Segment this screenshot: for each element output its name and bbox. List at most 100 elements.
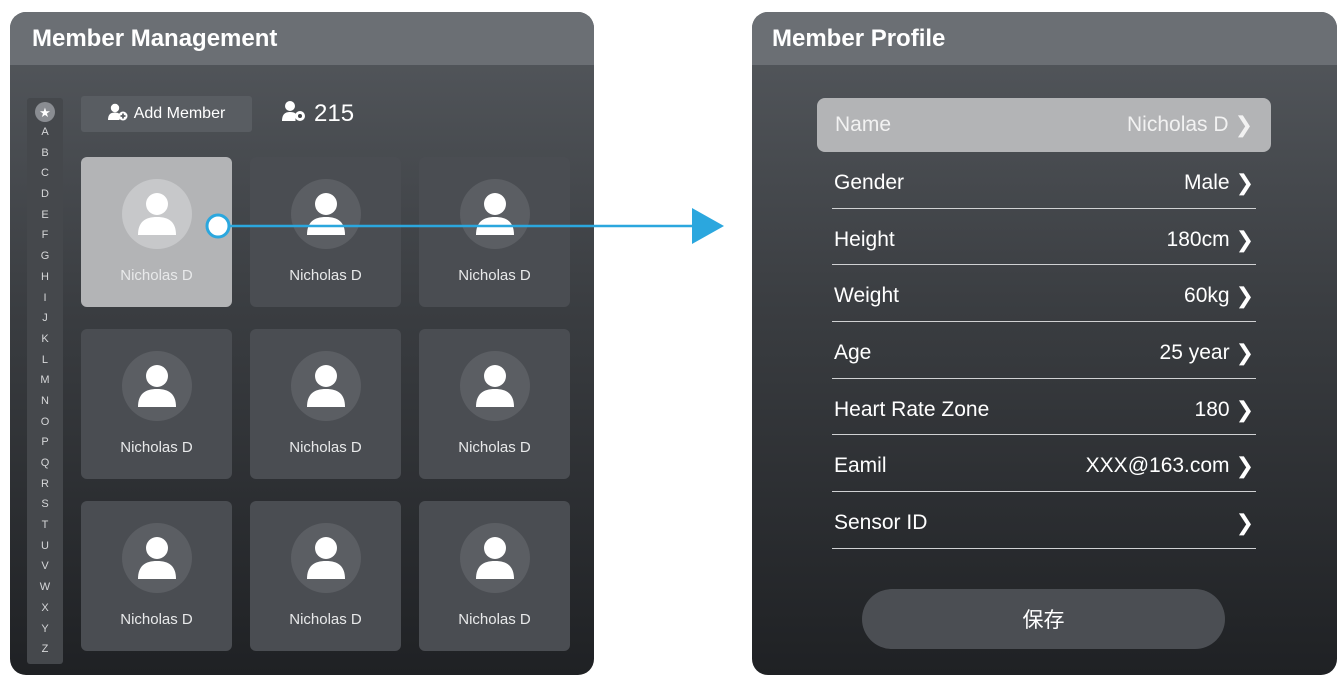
user-icon bbox=[137, 365, 176, 407]
member-name: Nicholas D bbox=[120, 267, 193, 284]
member-name: Nicholas D bbox=[458, 439, 531, 456]
chevron-right-icon: ❯ bbox=[1235, 226, 1254, 252]
avatar bbox=[290, 179, 361, 249]
alphabet-letter-d[interactable]: D bbox=[41, 184, 49, 205]
alphabet-letter-u[interactable]: U bbox=[41, 536, 49, 557]
alphabet-letter-w[interactable]: W bbox=[40, 577, 50, 598]
field-value: 25 year bbox=[1159, 340, 1230, 364]
member-card[interactable]: Nicholas D bbox=[81, 157, 232, 307]
member-profile-panel: Member Profile Name Nicholas D ❯ Gender … bbox=[752, 12, 1337, 675]
profile-row-heart-rate-zone[interactable]: Heart Rate Zone 180 ❯ bbox=[832, 379, 1256, 436]
chevron-right-icon: ❯ bbox=[1235, 283, 1254, 309]
member-card[interactable]: Nicholas D bbox=[81, 501, 232, 651]
add-member-button[interactable]: Add Member bbox=[81, 96, 252, 132]
user-icon bbox=[475, 365, 514, 407]
alphabet-letter-r[interactable]: R bbox=[41, 474, 49, 495]
avatar bbox=[459, 523, 530, 593]
profile-row-sensor-id[interactable]: Sensor ID ❯ bbox=[832, 492, 1256, 549]
avatar bbox=[290, 523, 361, 593]
member-grid: Nicholas D Nicholas D Nicholas D Nichola… bbox=[81, 157, 570, 651]
member-card[interactable]: Nicholas D bbox=[419, 157, 570, 307]
field-value-group: ❯ bbox=[1230, 511, 1254, 534]
alphabet-letter-l[interactable]: L bbox=[42, 350, 48, 371]
profile-row-name[interactable]: Name Nicholas D ❯ bbox=[817, 98, 1271, 152]
star-icon[interactable]: ★ bbox=[35, 102, 55, 122]
user-icon bbox=[306, 365, 345, 407]
member-name: Nicholas D bbox=[458, 611, 531, 628]
field-value: 180 bbox=[1194, 397, 1230, 421]
member-name: Nicholas D bbox=[289, 267, 362, 284]
member-name: Nicholas D bbox=[458, 267, 531, 284]
member-management-panel: Member Management ★ ABCDEFGHIJKLMNOPQRST… bbox=[10, 12, 594, 675]
panel-title: Member Management bbox=[10, 12, 594, 65]
arrow-head-icon bbox=[692, 208, 724, 244]
member-count: 215 bbox=[282, 96, 354, 132]
user-icon bbox=[475, 537, 514, 579]
alphabet-letter-n[interactable]: N bbox=[41, 391, 49, 412]
member-card[interactable]: Nicholas D bbox=[81, 329, 232, 479]
alphabet-letter-x[interactable]: X bbox=[41, 598, 48, 619]
alphabet-letter-s[interactable]: S bbox=[41, 494, 48, 515]
alphabet-letter-e[interactable]: E bbox=[41, 205, 48, 226]
add-user-icon bbox=[107, 103, 128, 126]
alphabet-letter-v[interactable]: V bbox=[41, 556, 48, 577]
alphabet-letter-p[interactable]: P bbox=[41, 432, 48, 453]
avatar bbox=[459, 351, 530, 421]
field-value-group: 25 year ❯ bbox=[1160, 341, 1254, 365]
user-icon bbox=[137, 193, 176, 235]
profile-row-gender[interactable]: Gender Male ❯ bbox=[832, 152, 1256, 209]
alphabet-letter-g[interactable]: G bbox=[41, 246, 50, 267]
alphabet-list: ABCDEFGHIJKLMNOPQRSTUVWXYZ bbox=[40, 122, 50, 660]
field-label: Age bbox=[834, 340, 872, 364]
alphabet-letter-b[interactable]: B bbox=[41, 143, 48, 164]
field-label: Height bbox=[834, 227, 895, 251]
avatar bbox=[290, 351, 361, 421]
alphabet-letter-m[interactable]: M bbox=[40, 370, 49, 391]
field-value: 60kg bbox=[1184, 284, 1230, 308]
alphabet-letter-y[interactable]: Y bbox=[41, 619, 48, 640]
chevron-right-icon: ❯ bbox=[1235, 339, 1254, 365]
alphabet-letter-q[interactable]: Q bbox=[41, 453, 50, 474]
field-value: Male bbox=[1184, 170, 1230, 194]
member-card[interactable]: Nicholas D bbox=[419, 329, 570, 479]
member-card[interactable]: Nicholas D bbox=[250, 157, 401, 307]
alphabet-letter-i[interactable]: I bbox=[43, 288, 46, 309]
member-card[interactable]: Nicholas D bbox=[250, 501, 401, 651]
alphabet-letter-k[interactable]: K bbox=[41, 329, 48, 350]
field-label: Sensor ID bbox=[834, 510, 928, 534]
alphabet-letter-f[interactable]: F bbox=[42, 225, 49, 246]
panel-title: Member Profile bbox=[752, 12, 1337, 65]
profile-row-height[interactable]: Height 180cm ❯ bbox=[832, 209, 1256, 266]
alphabet-letter-o[interactable]: O bbox=[41, 412, 50, 433]
profile-row-age[interactable]: Age 25 year ❯ bbox=[832, 322, 1256, 379]
profile-row-weight[interactable]: Weight 60kg ❯ bbox=[832, 265, 1256, 323]
user-icon bbox=[306, 537, 345, 579]
alphabet-letter-j[interactable]: J bbox=[42, 308, 48, 329]
chevron-right-icon: ❯ bbox=[1235, 396, 1254, 422]
avatar bbox=[121, 351, 192, 421]
avatar bbox=[459, 179, 530, 249]
field-value: Nicholas D bbox=[1127, 113, 1229, 136]
field-label: Name bbox=[835, 113, 892, 136]
field-value-group: 60kg ❯ bbox=[1184, 284, 1254, 308]
avatar bbox=[121, 523, 192, 593]
profile-row-eamil[interactable]: Eamil XXX@163.com ❯ bbox=[832, 435, 1256, 493]
field-value: XXX@163.com bbox=[1085, 454, 1230, 478]
alphabet-index[interactable]: ★ ABCDEFGHIJKLMNOPQRSTUVWXYZ bbox=[27, 98, 63, 664]
member-name: Nicholas D bbox=[120, 439, 193, 456]
alphabet-letter-h[interactable]: H bbox=[41, 267, 49, 288]
chevron-right-icon: ❯ bbox=[1235, 169, 1254, 195]
member-card[interactable]: Nicholas D bbox=[419, 501, 570, 651]
alphabet-letter-a[interactable]: A bbox=[41, 122, 48, 143]
member-name: Nicholas D bbox=[289, 439, 362, 456]
users-icon bbox=[282, 100, 306, 129]
alphabet-letter-z[interactable]: Z bbox=[42, 639, 49, 660]
alphabet-letter-c[interactable]: C bbox=[41, 163, 49, 184]
field-label: Eamil bbox=[834, 454, 887, 478]
member-card[interactable]: Nicholas D bbox=[250, 329, 401, 479]
alphabet-letter-t[interactable]: T bbox=[42, 515, 49, 536]
add-member-label: Add Member bbox=[133, 105, 226, 122]
chevron-right-icon: ❯ bbox=[1235, 453, 1254, 479]
save-button[interactable]: 保存 bbox=[862, 589, 1225, 649]
profile-field-list: Name Nicholas D ❯ Gender Male ❯ Height 1… bbox=[817, 98, 1271, 549]
